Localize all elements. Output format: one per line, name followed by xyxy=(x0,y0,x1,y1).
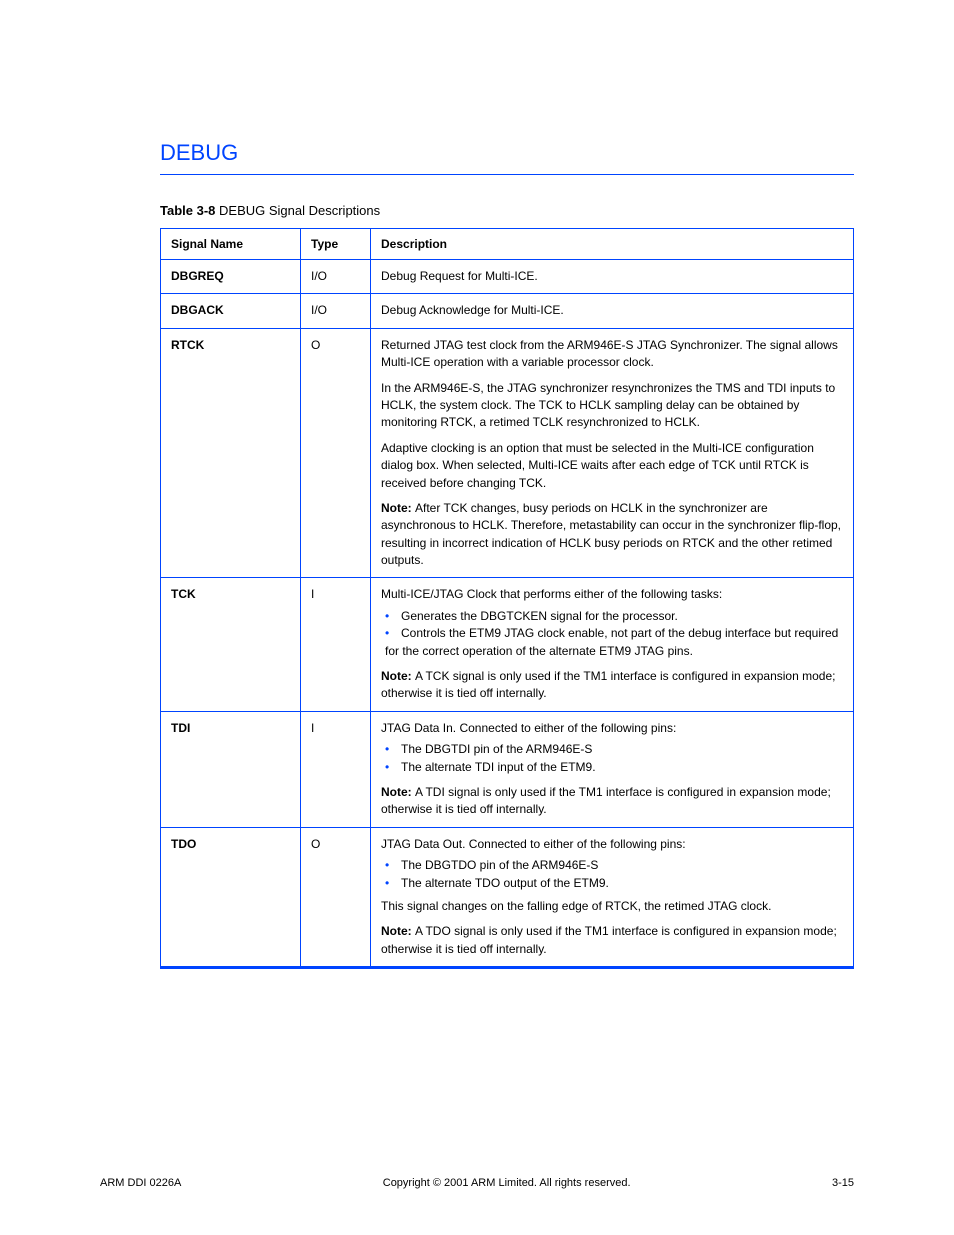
desc-bullet-list: The DBGTDI pin of the ARM946E-SThe alter… xyxy=(381,741,843,776)
desc-bullet: The alternate TDI input of the ETM9. xyxy=(385,759,843,776)
desc-trailing: This signal changes on the falling edge … xyxy=(381,898,843,915)
cell-type: I/O xyxy=(301,260,371,294)
table-row: TDII JTAG Data In. Connected to either of… xyxy=(161,711,854,827)
desc-bullet: The alternate TDO output of the ETM9. xyxy=(385,875,843,892)
table-header-row: Signal Name Type Description xyxy=(161,229,854,260)
desc-text: Debug Acknowledge for Multi-ICE. xyxy=(381,302,843,319)
desc-paragraph: Adaptive clocking is an option that must… xyxy=(381,440,843,492)
table-caption-label: Table 3-8 xyxy=(160,203,215,218)
note-text: A TDI signal is only used if the TM1 int… xyxy=(381,785,831,816)
desc-intro: JTAG Data Out. Connected to either of th… xyxy=(381,836,843,853)
note-label: Note: xyxy=(381,669,415,683)
cell-description: JTAG Data Out. Connected to either of th… xyxy=(371,827,854,967)
table-caption: Table 3-8 DEBUG Signal Descriptions xyxy=(160,203,854,218)
desc-intro: Multi-ICE/JTAG Clock that performs eithe… xyxy=(381,586,843,603)
cell-signal-name: TCK xyxy=(161,578,301,711)
desc-paragraph: In the ARM946E-S, the JTAG synchronizer … xyxy=(381,380,843,432)
table-caption-text: DEBUG Signal Descriptions xyxy=(219,203,380,218)
desc-note: Note: A TDI signal is only used if the T… xyxy=(381,784,843,819)
desc-bullet: The DBGTDI pin of the ARM946E-S xyxy=(385,741,843,758)
footer-center: Copyright © 2001 ARM Limited. All rights… xyxy=(383,1177,631,1189)
desc-bullet-list: Generates the DBGTCKEN signal for the pr… xyxy=(381,608,843,660)
footer-left: ARM DDI 0226A xyxy=(100,1177,181,1189)
note-text: A TDO signal is only used if the TM1 int… xyxy=(381,924,837,955)
cell-type: O xyxy=(301,827,371,967)
note-label: Note: xyxy=(381,785,415,799)
table-row: DBGREQI/O Debug Request for Multi-ICE. xyxy=(161,260,854,294)
col-signal-name: Signal Name xyxy=(161,229,301,260)
note-label: Note: xyxy=(381,501,415,515)
desc-intro: JTAG Data In. Connected to either of the… xyxy=(381,720,843,737)
desc-bullet-list: The DBGTDO pin of the ARM946E-SThe alter… xyxy=(381,857,843,892)
desc-text: Debug Request for Multi-ICE. xyxy=(381,268,843,285)
cell-type: I/O xyxy=(301,294,371,328)
note-label: Note: xyxy=(381,924,415,938)
section-rule xyxy=(160,174,854,175)
cell-description: JTAG Data In. Connected to either of the… xyxy=(371,711,854,827)
desc-paragraph: Returned JTAG test clock from the ARM946… xyxy=(381,337,843,372)
table-row: RTCKO Returned JTAG test clock from the A… xyxy=(161,328,854,578)
col-type: Type xyxy=(301,229,371,260)
cell-type: I xyxy=(301,578,371,711)
cell-type: O xyxy=(301,328,371,578)
desc-bullet: Controls the ETM9 JTAG clock enable, not… xyxy=(385,625,843,660)
desc-bullet: The DBGTDO pin of the ARM946E-S xyxy=(385,857,843,874)
table-row: TDOO JTAG Data Out. Connected to either o… xyxy=(161,827,854,967)
desc-note: Note: After TCK changes, busy periods on… xyxy=(381,500,843,570)
section-title: DEBUG xyxy=(160,140,854,166)
footer-right: 3-15 xyxy=(832,1177,854,1189)
debug-signals-table: Signal Name Type Description DBGREQI/ODe… xyxy=(160,228,854,969)
cell-description: Multi-ICE/JTAG Clock that performs eithe… xyxy=(371,578,854,711)
page-footer: ARM DDI 0226A Copyright © 2001 ARM Limit… xyxy=(100,1177,854,1189)
cell-signal-name: TDI xyxy=(161,711,301,827)
note-text: After TCK changes, busy periods on HCLK … xyxy=(381,501,841,567)
cell-signal-name: DBGREQ xyxy=(161,260,301,294)
cell-signal-name: DBGACK xyxy=(161,294,301,328)
cell-description: Debug Acknowledge for Multi-ICE. xyxy=(371,294,854,328)
note-text: A TCK signal is only used if the TM1 int… xyxy=(381,669,835,700)
cell-type: I xyxy=(301,711,371,827)
cell-signal-name: RTCK xyxy=(161,328,301,578)
desc-note: Note: A TCK signal is only used if the T… xyxy=(381,668,843,703)
table-row: DBGACKI/O Debug Acknowledge for Multi-ICE… xyxy=(161,294,854,328)
table-row: TCKI Multi-ICE/JTAG Clock that performs e… xyxy=(161,578,854,711)
desc-note: Note: A TDO signal is only used if the T… xyxy=(381,923,843,958)
cell-description: Debug Request for Multi-ICE. xyxy=(371,260,854,294)
desc-bullet: Generates the DBGTCKEN signal for the pr… xyxy=(385,608,843,625)
col-description: Description xyxy=(371,229,854,260)
cell-signal-name: TDO xyxy=(161,827,301,967)
cell-description: Returned JTAG test clock from the ARM946… xyxy=(371,328,854,578)
